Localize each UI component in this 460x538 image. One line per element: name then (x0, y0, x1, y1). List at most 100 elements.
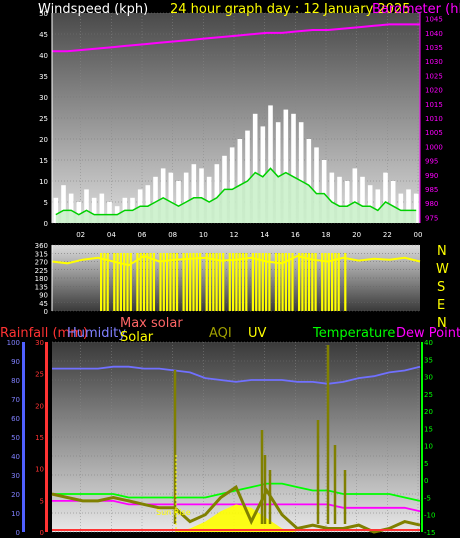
direction-spike (265, 253, 268, 311)
humidity-ytick-label: 0 (16, 529, 20, 537)
temperature-ytick-label: -15 (424, 529, 435, 537)
pressure-ytick-label: 1010 (425, 115, 443, 123)
pressure-ytick-label: 985 (425, 186, 438, 194)
wind-ytick-label: 45 (39, 31, 48, 39)
pressure-ytick-label: 1040 (425, 30, 443, 38)
pressure-ytick-label: 1005 (425, 129, 443, 137)
direction-spike (175, 253, 179, 311)
direction-spike (238, 253, 241, 311)
wind-xtick-label: 02 (76, 231, 85, 239)
pressure-title: Barometer (hPa) (372, 2, 460, 17)
direction-spike (208, 253, 212, 311)
wind-ytick-label: 25 (39, 115, 48, 123)
direction-spike (281, 253, 284, 311)
direction-spike (337, 253, 340, 311)
wind-xtick-label: 16 (291, 231, 300, 239)
direction-spike (199, 253, 202, 311)
direction-spike (103, 253, 106, 311)
temperature-ytick-label: 0 (424, 477, 428, 485)
direction-spike (344, 253, 347, 311)
direction-spike (169, 253, 172, 311)
compass-s: S (437, 280, 445, 295)
wind-xtick-label: 18 (322, 231, 331, 239)
pressure-ytick-label: 990 (425, 172, 438, 180)
pressure-ytick-label: 1000 (425, 143, 443, 151)
rain-ytick-label: 0 (40, 529, 44, 537)
temperature-title: Temperature (312, 326, 395, 341)
direction-spike (274, 253, 278, 311)
temperature-ytick-label: 15 (424, 425, 433, 433)
direction-spike (284, 253, 287, 311)
direction-spike (307, 253, 311, 311)
direction-spike (311, 253, 314, 311)
direction-spike (182, 253, 185, 311)
rain-ytick-label: 15 (35, 434, 44, 442)
wind-ytick-label: 20 (39, 136, 48, 144)
direction-spike (232, 253, 235, 311)
compass-e: E (437, 298, 445, 313)
temperature-axis-bar (421, 342, 423, 532)
direction-spike (218, 253, 221, 311)
pressure-ytick-label: 980 (425, 200, 438, 208)
humidity-ytick-label: 70 (11, 396, 20, 404)
direction-spike (261, 253, 264, 311)
direction-spike (116, 253, 119, 311)
wind-ytick-label: 30 (39, 94, 48, 102)
direction-spike (172, 253, 175, 311)
direction-spike (123, 253, 126, 311)
direction-spike (146, 253, 149, 311)
direction-ytick-label: 270 (35, 259, 48, 267)
aqi-title: AQI (209, 326, 232, 341)
wind-xtick-label: 14 (260, 231, 269, 239)
temperature-ytick-label: 5 (424, 460, 428, 468)
pressure-ytick-label: 1035 (425, 44, 443, 52)
pressure-ytick-label: 1015 (425, 101, 443, 109)
humidity-ytick-label: 60 (11, 415, 20, 423)
direction-spike (314, 253, 317, 311)
direction-spike (291, 253, 294, 311)
direction-spike (119, 253, 122, 311)
direction-spike (215, 253, 218, 311)
wind-xtick-label: 08 (168, 231, 177, 239)
wind-xtick-label: 20 (352, 231, 361, 239)
rain-axis-bar (45, 342, 48, 532)
wind-ytick-label: 35 (39, 73, 48, 81)
direction-spike (192, 253, 195, 311)
direction-spike (152, 253, 155, 311)
pressure-ytick-label: 975 (425, 214, 438, 222)
max-solar-title: Max solar (120, 316, 183, 331)
compass-w: W (436, 262, 449, 277)
direction-spike (166, 253, 169, 311)
direction-ytick-label: 225 (35, 267, 48, 275)
humidity-ytick-label: 10 (11, 510, 20, 518)
temperature-ytick-label: 35 (424, 356, 433, 364)
direction-spike (334, 253, 337, 311)
direction-spike (241, 253, 245, 311)
direction-spike (142, 253, 146, 311)
direction-spike (327, 253, 330, 311)
direction-spike (212, 253, 215, 311)
solar-title: Solar (120, 330, 154, 345)
pressure-ytick-label: 1030 (425, 58, 443, 66)
direction-spike (139, 253, 142, 311)
direction-ytick-label: 360 (35, 242, 48, 250)
direction-spike (255, 253, 258, 311)
weather-graph: 0510152025303540455097598098599099510001… (0, 2, 460, 537)
direction-ytick-label: 90 (39, 292, 48, 300)
wind-xtick-label: 00 (414, 231, 423, 239)
wind-xtick-label: 22 (383, 231, 392, 239)
direction-spike (324, 253, 327, 311)
windspeed-title: Windspeed (kph) (38, 2, 148, 17)
direction-spike (288, 253, 291, 311)
temperature-ytick-label: 10 (424, 443, 433, 451)
direction-spike (228, 253, 231, 311)
pressure-ytick-label: 1020 (425, 87, 443, 95)
direction-spike (162, 253, 165, 311)
direction-spike (235, 253, 238, 311)
direction-spike (100, 253, 103, 311)
direction-spike (251, 253, 254, 311)
direction-spike (222, 253, 225, 311)
rain-ytick-label: 10 (35, 466, 44, 474)
pressure-ytick-label: 1025 (425, 72, 443, 80)
direction-ytick-label: 180 (35, 275, 48, 283)
